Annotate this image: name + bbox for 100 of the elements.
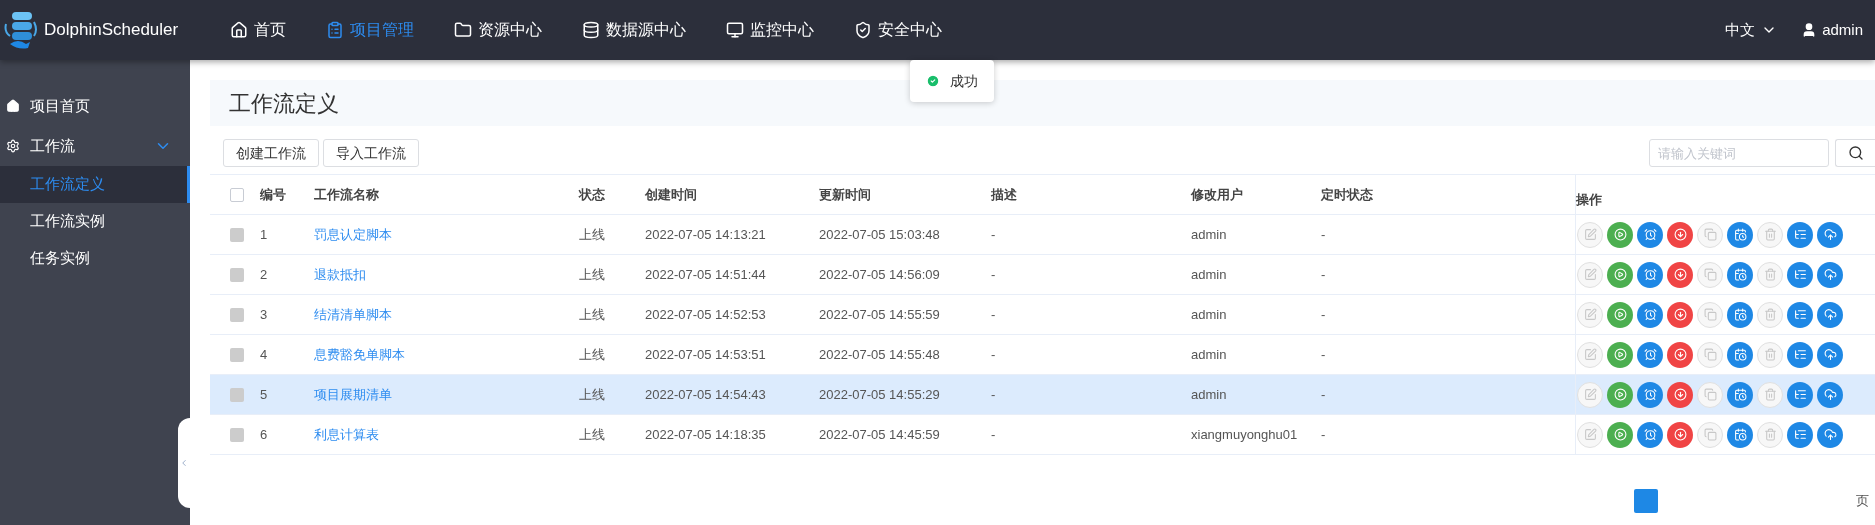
sidebar-item[interactable]: 工作流 (0, 126, 190, 166)
table-cell: 5 (260, 386, 268, 402)
tree-icon (1793, 428, 1807, 441)
nav-tab[interactable]: 首页 (230, 18, 286, 42)
table-cell: 上线 (579, 386, 605, 402)
action-button[interactable] (1787, 421, 1813, 448)
workflow-link[interactable]: 结清清单脚本 (314, 306, 392, 322)
action-button[interactable] (1727, 381, 1753, 408)
table-cell: 2022-07-05 14:53:51 (645, 346, 766, 362)
table-row[interactable]: 6 利息计算表 上线 2022-07-05 14:18:35 2022-07-05 14:45:59 - xiangmuyonghu01 - (210, 415, 1875, 455)
copy-icon (1703, 228, 1717, 241)
workflow-link[interactable]: 息费豁免单脚本 (314, 346, 405, 362)
search-field[interactable]: 请输入关键词 (1649, 139, 1829, 167)
action-button[interactable] (1607, 261, 1633, 288)
workflow-link[interactable]: 利息计算表 (314, 426, 379, 442)
action-button[interactable] (1787, 261, 1813, 288)
table-cell: 1 (260, 226, 268, 242)
action-button[interactable] (1817, 341, 1843, 368)
home-icon (230, 21, 248, 39)
arrow-down-icon (1673, 268, 1687, 281)
action-button[interactable] (1787, 341, 1813, 368)
action-button[interactable] (1727, 341, 1753, 368)
toolbar-button[interactable]: 导入工作流 (323, 139, 419, 167)
calendar-clock-icon (1733, 228, 1747, 241)
action-button[interactable] (1787, 381, 1813, 408)
table-row[interactable]: 4 息费豁免单脚本 上线 2022-07-05 14:53:51 2022-07-05 14:55:48 - admin - (210, 335, 1875, 375)
trash-icon (1763, 348, 1777, 361)
action-button[interactable] (1727, 221, 1753, 248)
action-button[interactable] (1637, 301, 1663, 328)
nav-tab[interactable]: 安全中心 (854, 18, 942, 42)
action-button[interactable] (1667, 261, 1693, 288)
sidebar-subitem[interactable]: 工作流实例 (0, 203, 190, 240)
table-cell: admin (1191, 346, 1227, 362)
workflow-link[interactable]: 退款抵扣 (314, 266, 366, 282)
toolbar-button[interactable]: 创建工作流 (223, 139, 319, 167)
table-cell: - (991, 306, 996, 322)
action-button[interactable] (1667, 381, 1693, 408)
action-button[interactable] (1637, 421, 1663, 448)
sidebar-subitem[interactable]: 任务实例 (0, 240, 190, 277)
nav-tab[interactable]: 资源中心 (454, 18, 542, 42)
calendar-clock-icon (1733, 348, 1747, 361)
action-button[interactable] (1607, 341, 1633, 368)
table-row[interactable]: 3 结清清单脚本 上线 2022-07-05 14:52:53 2022-07-05 14:55:59 - admin - (210, 295, 1875, 335)
action-button[interactable] (1637, 381, 1663, 408)
tree-icon (1793, 348, 1807, 361)
table-row[interactable]: 1 罚息认定脚本 上线 2022-07-05 14:13:21 2022-07-05 15:03:48 - admin - (210, 215, 1875, 255)
action-button[interactable] (1727, 301, 1753, 328)
copy-icon (1703, 388, 1717, 401)
column-header: 编号 (260, 186, 286, 202)
action-button[interactable] (1727, 261, 1753, 288)
tree-icon (1793, 308, 1807, 321)
action-button[interactable] (1607, 221, 1633, 248)
action-button[interactable] (1667, 421, 1693, 448)
action-button[interactable] (1637, 341, 1663, 368)
action-button[interactable] (1667, 301, 1693, 328)
action-button[interactable] (1667, 221, 1693, 248)
search-icon (1847, 145, 1864, 161)
action-button[interactable] (1787, 301, 1813, 328)
table-cell: 2022-07-05 14:18:35 (645, 426, 766, 442)
action-button[interactable] (1727, 421, 1753, 448)
action-button[interactable] (1637, 261, 1663, 288)
action-button[interactable] (1817, 261, 1843, 288)
column-header: 更新时间 (819, 186, 871, 202)
action-button[interactable] (1817, 301, 1843, 328)
calendar-clock-icon (1733, 388, 1747, 401)
workflow-link[interactable]: 罚息认定脚本 (314, 226, 392, 242)
action-button[interactable] (1817, 381, 1843, 408)
nav-tab[interactable]: 监控中心 (726, 18, 814, 42)
sidebar-subitem[interactable]: 工作流定义 (0, 166, 190, 203)
action-button[interactable] (1637, 221, 1663, 248)
nav-tab[interactable]: 数据源中心 (582, 18, 686, 42)
search-button[interactable] (1835, 139, 1875, 167)
nav-tab[interactable]: 项目管理 (326, 18, 414, 42)
action-button[interactable] (1667, 341, 1693, 368)
alarm-clock-icon (1643, 268, 1657, 281)
table-row[interactable]: 5 项目展期清单 上线 2022-07-05 14:54:43 2022-07-05 14:55:29 - admin - (210, 375, 1875, 415)
trash-icon (1763, 428, 1777, 441)
trash-icon (1763, 268, 1777, 281)
logo-icon (4, 10, 38, 50)
brand-name: DolphinScheduler (44, 19, 179, 42)
action-button[interactable] (1607, 381, 1633, 408)
language-dropdown[interactable]: 中文 (1725, 18, 1778, 42)
collapse-handle[interactable] (178, 418, 190, 508)
table-cell: 2022-07-05 14:13:21 (645, 226, 766, 242)
user-menu[interactable]: admin (1801, 18, 1863, 42)
table-row[interactable]: 2 退款抵扣 上线 2022-07-05 14:51:44 2022-07-05 14:56:09 - admin - (210, 255, 1875, 295)
trash-icon (1763, 388, 1777, 401)
copy-icon (1703, 308, 1717, 321)
calendar-clock-icon (1733, 428, 1747, 441)
arrow-down-icon (1673, 348, 1687, 361)
toast-text: 成功 (950, 71, 978, 91)
action-button[interactable] (1607, 301, 1633, 328)
action-button[interactable] (1817, 421, 1843, 448)
action-button[interactable] (1607, 421, 1633, 448)
edit-icon (1583, 388, 1597, 401)
column-header: 创建时间 (645, 186, 697, 202)
action-button[interactable] (1787, 221, 1813, 248)
action-button[interactable] (1817, 221, 1843, 248)
header-checkbox[interactable] (230, 187, 244, 202)
sidebar-item[interactable]: 项目首页 (0, 86, 190, 126)
